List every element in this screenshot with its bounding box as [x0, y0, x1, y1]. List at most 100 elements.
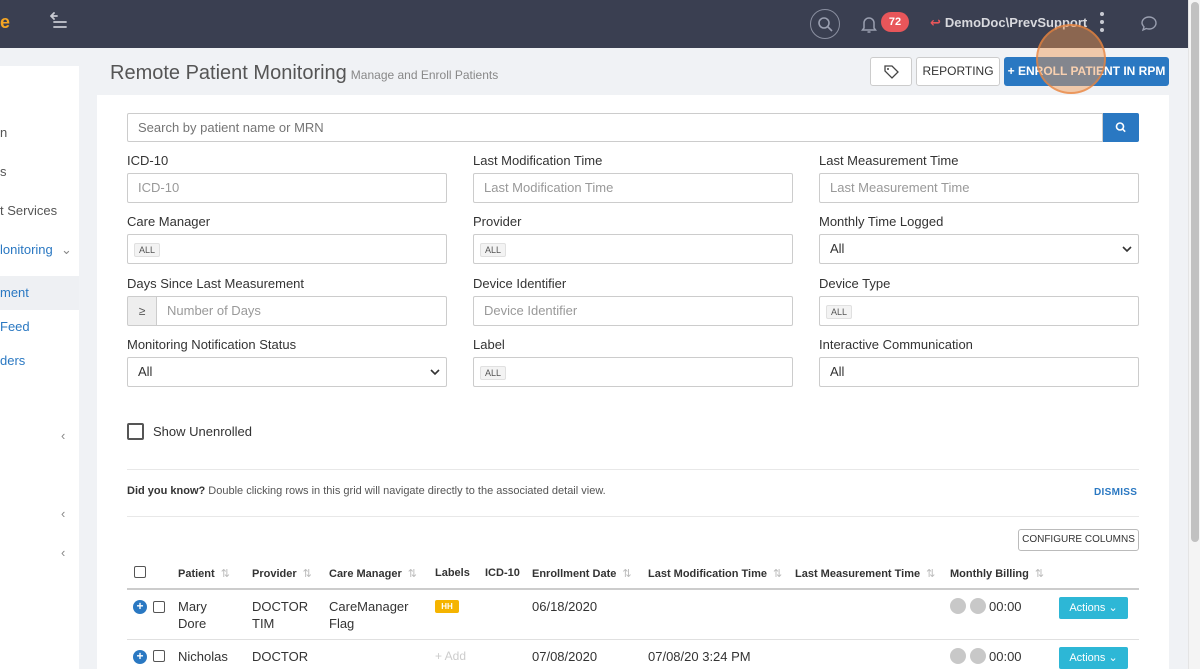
monthly-time-label: Monthly Time Logged	[819, 214, 944, 229]
sidebar-item-orders[interactable]: ders	[0, 349, 79, 373]
sidebar-item-1[interactable]: n	[0, 121, 79, 145]
patient-search	[127, 113, 1103, 142]
sidebar-item-2[interactable]: s	[0, 160, 79, 184]
column-header-last-measurement[interactable]: Last Measurement Time ⇅	[795, 567, 935, 580]
cell-enrollment-date: 07/08/2020	[532, 649, 598, 664]
search-button[interactable]	[1103, 113, 1139, 142]
notification-status-select[interactable]: All	[127, 357, 447, 387]
click-indicator	[1036, 24, 1106, 94]
clock-icon	[970, 648, 986, 664]
sidebar: n s t Services lonitoring ⌄ ment Feed de…	[0, 66, 79, 669]
gte-addon: ≥	[127, 296, 157, 326]
configure-columns-button[interactable]: CONFIGURE COLUMNS	[1018, 529, 1139, 551]
device-type-label: Device Type	[819, 276, 891, 291]
scrollbar-thumb[interactable]	[1191, 2, 1199, 542]
care-manager-label: Care Manager	[127, 214, 211, 229]
row-checkbox[interactable]	[153, 650, 165, 662]
cell-provider: DOCTOR	[252, 649, 309, 664]
sidebar-item-patient-services[interactable]: t Services	[0, 199, 79, 223]
more-options-icon[interactable]	[1098, 12, 1106, 36]
show-unenrolled-label: Show Unenrolled	[153, 424, 253, 439]
label-chip[interactable]: ALL	[480, 366, 507, 380]
column-header-monthly-billing[interactable]: Monthly Billing ⇅	[950, 567, 1044, 580]
device-type-chip[interactable]: ALL	[826, 305, 853, 319]
icd10-label: ICD-10	[127, 153, 169, 168]
page-subtitle: Manage and Enroll Patients	[350, 68, 499, 82]
reporting-button[interactable]: REPORTING	[916, 57, 1000, 86]
provider-label: Provider	[473, 214, 522, 229]
provider-chip[interactable]: ALL	[480, 243, 507, 257]
days-since-label: Days Since Last Measurement	[127, 276, 305, 291]
notification-status-value: All	[138, 364, 153, 379]
device-identifier-label: Device Identifier	[473, 276, 567, 291]
phone-icon	[950, 598, 966, 614]
patient-search-input[interactable]	[128, 114, 1102, 141]
sidebar-item-feed[interactable]: Feed	[0, 315, 79, 339]
table-header-border	[127, 588, 1139, 590]
page-title: Remote Patient Monitoring Manage and Enro…	[110, 62, 498, 85]
divider	[127, 516, 1139, 517]
phone-icon	[950, 648, 966, 664]
chevron-left-icon[interactable]: ‹	[61, 428, 73, 444]
show-unenrolled-checkbox[interactable]	[127, 423, 144, 440]
menu-toggle-icon[interactable]	[48, 12, 68, 32]
column-header-enrollment-date[interactable]: Enrollment Date ⇅	[532, 567, 632, 580]
expand-row-icon[interactable]: +	[133, 600, 147, 614]
sidebar-item-enrollment[interactable]: ment	[0, 276, 79, 310]
provider-select[interactable]: ALL	[473, 234, 793, 264]
cell-provider: DOCTOR TIM	[252, 599, 309, 631]
interactive-communication-field[interactable]: All	[819, 357, 1139, 387]
cell-patient[interactable]: Nicholas	[178, 648, 228, 665]
dismiss-tip-link[interactable]: DISMISS	[1094, 487, 1137, 498]
tip-title: Did you know?	[127, 485, 206, 497]
chevron-down-icon	[430, 369, 440, 376]
tip-text: Did you know? Double clicking rows in th…	[127, 485, 606, 497]
label-badge-hh[interactable]: HH	[435, 600, 459, 613]
expand-row-icon[interactable]: +	[133, 650, 147, 664]
last-measurement-field[interactable]: Last Measurement Time	[819, 173, 1139, 203]
divider	[127, 469, 1139, 470]
icd10-field[interactable]: ICD-10	[127, 173, 447, 203]
chevron-left-icon[interactable]: ‹	[61, 545, 73, 561]
actions-button[interactable]: Actions ⌄	[1059, 597, 1128, 619]
tip-body: Double clicking rows in this grid will n…	[208, 485, 606, 497]
care-manager-select[interactable]: ALL	[127, 234, 447, 264]
global-search-button[interactable]	[810, 9, 840, 39]
select-all-checkbox[interactable]	[134, 566, 146, 578]
label-filter-label: Label	[473, 337, 505, 352]
care-manager-chip[interactable]: ALL	[134, 243, 161, 257]
column-header-labels[interactable]: Labels	[435, 567, 470, 579]
chat-icon[interactable]	[1140, 15, 1158, 33]
notification-status-label: Monitoring Notification Status	[127, 337, 297, 352]
impersonate-back-icon[interactable]: ↩	[930, 15, 941, 30]
label-select[interactable]: ALL	[473, 357, 793, 387]
last-modification-label: Last Modification Time	[473, 153, 603, 168]
column-header-last-modification[interactable]: Last Modification Time ⇅	[648, 567, 782, 580]
chevron-down-icon	[1122, 246, 1132, 253]
labels-button[interactable]	[870, 57, 912, 86]
add-label-link[interactable]: + Add	[435, 649, 466, 663]
cell-enrollment-date: 06/18/2020	[532, 599, 598, 614]
chevron-left-icon[interactable]: ‹	[61, 506, 73, 522]
column-header-icd10[interactable]: ICD-10	[485, 567, 520, 579]
interactive-communication-label: Interactive Communication	[819, 337, 973, 352]
vertical-scrollbar[interactable]	[1188, 0, 1200, 669]
column-header-patient[interactable]: Patient ⇅	[178, 567, 230, 580]
column-header-provider[interactable]: Provider ⇅	[252, 567, 312, 580]
chevron-down-icon[interactable]: ⌄	[61, 242, 73, 258]
last-modification-field[interactable]: Last Modification Time	[473, 173, 793, 203]
last-measurement-label: Last Measurement Time	[819, 153, 959, 168]
bell-icon[interactable]	[860, 14, 878, 34]
app-logo[interactable]: e	[0, 13, 10, 31]
device-identifier-field[interactable]: Device Identifier	[473, 296, 793, 326]
cell-care-manager: CareManager Flag	[329, 599, 409, 631]
column-header-care-manager[interactable]: Care Manager ⇅	[329, 567, 417, 580]
monthly-time-select[interactable]: All	[819, 234, 1139, 264]
clock-icon	[970, 598, 986, 614]
cell-patient[interactable]: Mary Dore	[178, 598, 207, 632]
device-type-select[interactable]: ALL	[819, 296, 1139, 326]
row-checkbox[interactable]	[153, 601, 165, 613]
notification-badge[interactable]: 72	[881, 12, 909, 32]
actions-button[interactable]: Actions ⌄	[1059, 647, 1128, 669]
days-since-field[interactable]: Number of Days	[156, 296, 447, 326]
